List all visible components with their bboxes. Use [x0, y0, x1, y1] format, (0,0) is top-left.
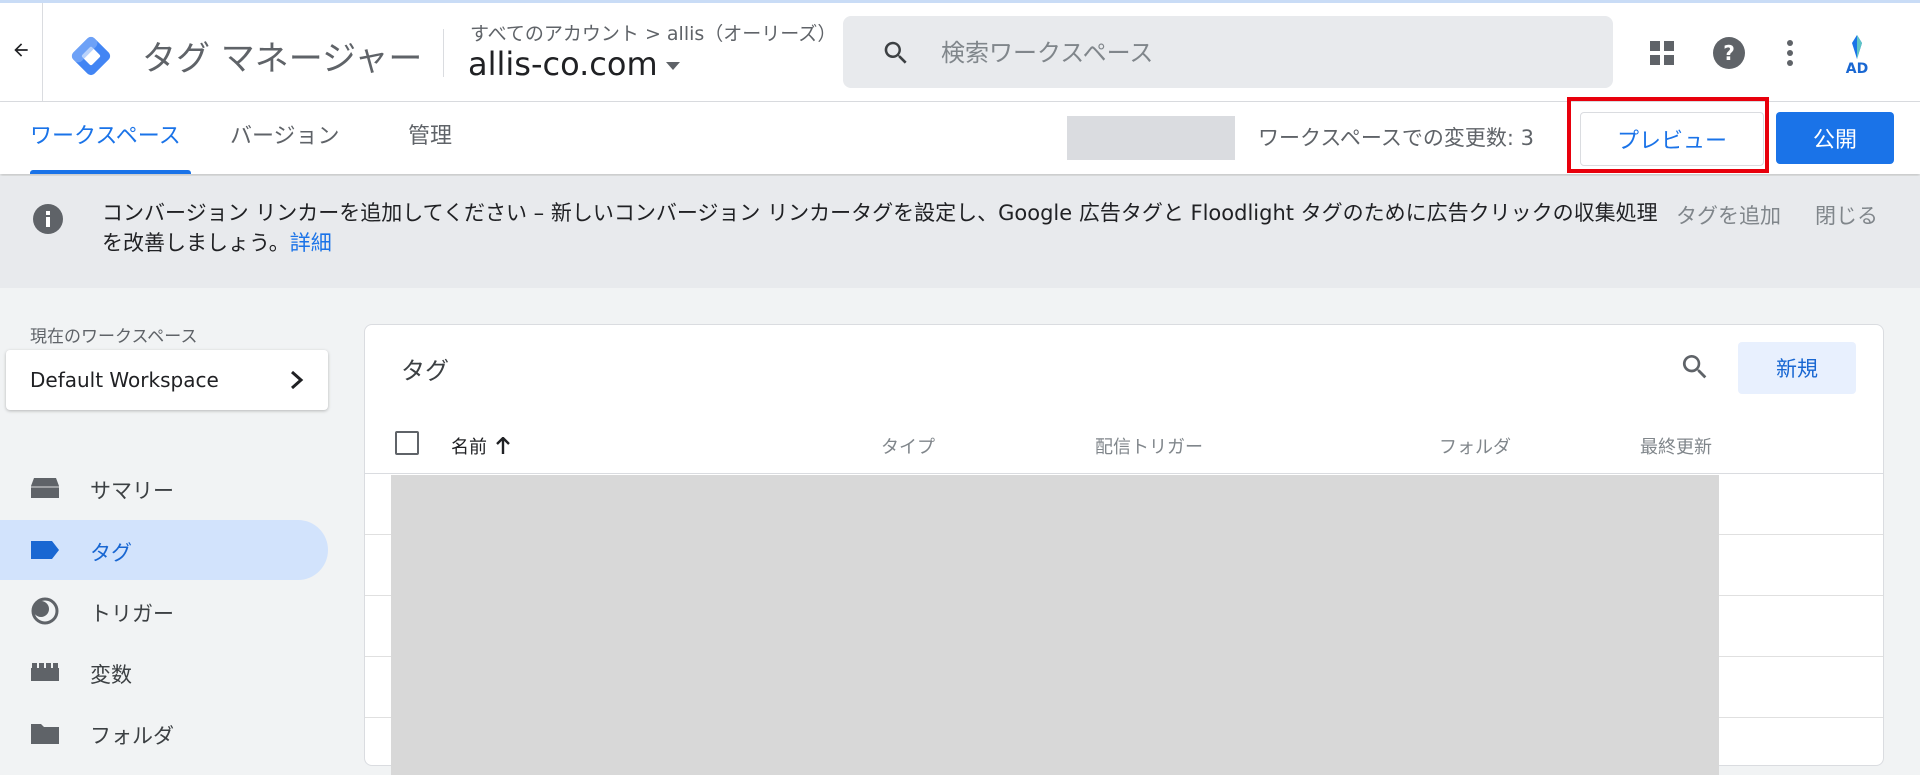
- back-button[interactable]: [0, 3, 43, 101]
- redacted-block: [1067, 116, 1235, 160]
- workspace-name: Default Workspace: [30, 368, 219, 392]
- search-input[interactable]: [939, 34, 1583, 72]
- sidebar-item-folders[interactable]: フォルダ: [0, 703, 328, 763]
- back-arrow-icon: [11, 40, 31, 64]
- container-name: allis-co.com: [468, 45, 658, 83]
- learn-more-link[interactable]: 詳細: [290, 231, 332, 255]
- info-icon: [33, 204, 63, 238]
- avatar[interactable]: AD: [1840, 33, 1874, 79]
- sidebar-item-label: フォルダ: [90, 724, 174, 748]
- more-vert-icon[interactable]: [1770, 33, 1810, 73]
- product-name: タグ マネージャー: [142, 39, 423, 79]
- trigger-icon: [30, 597, 60, 625]
- folder-icon: [30, 721, 60, 745]
- apps-grid-icon[interactable]: [1642, 33, 1682, 73]
- sidebar-item-label: トリガー: [90, 602, 174, 626]
- notice-message: コンバージョン リンカーを追加してください – 新しいコンバージョン リンカータ…: [102, 198, 1662, 258]
- sort-ascending-icon: [496, 437, 510, 454]
- sidebar-item-label: 変数: [90, 663, 132, 687]
- column-type-header[interactable]: タイプ: [881, 433, 935, 459]
- svg-text:?: ?: [1723, 41, 1735, 65]
- chevron-right-icon: [290, 370, 304, 395]
- column-folder-header[interactable]: フォルダ: [1439, 433, 1511, 459]
- sidebar-item-variables[interactable]: 変数: [0, 642, 328, 702]
- workspace-changes-count: ワークスペースでの変更数: 3: [1258, 126, 1534, 150]
- tab-versions[interactable]: バージョン: [230, 102, 340, 174]
- publish-button[interactable]: 公開: [1776, 112, 1894, 164]
- current-workspace-label: 現在のワークスペース: [30, 327, 198, 347]
- tag-icon: [30, 538, 60, 562]
- summary-icon: [30, 476, 60, 500]
- search-icon: [881, 38, 911, 72]
- tab-workspace[interactable]: ワークスペース: [20, 102, 191, 174]
- preview-highlight-box: [1567, 97, 1769, 173]
- avatar-leaf-icon: [1852, 35, 1862, 59]
- notice-banner: コンバージョン リンカーを追加してください – 新しいコンバージョン リンカータ…: [0, 176, 1920, 288]
- column-last-edited-header[interactable]: 最終更新: [1640, 433, 1712, 459]
- redacted-table-content: [391, 475, 1719, 775]
- notice-text: コンバージョン リンカーを追加してください – 新しいコンバージョン リンカータ…: [102, 201, 1658, 255]
- workspace-selector[interactable]: Default Workspace: [6, 350, 328, 410]
- card-title: タグ: [401, 357, 449, 385]
- tab-admin[interactable]: 管理: [408, 102, 452, 174]
- workspace-search[interactable]: [843, 16, 1613, 88]
- header-divider: [443, 29, 444, 77]
- sidebar-item-label: タグ: [90, 541, 132, 565]
- column-name-header[interactable]: 名前: [451, 433, 511, 459]
- search-icon[interactable]: [1679, 351, 1711, 387]
- variables-icon: [30, 660, 60, 684]
- column-label: 名前: [451, 437, 487, 458]
- help-icon[interactable]: ?: [1709, 33, 1749, 73]
- tags-card: タグ 新規 名前 タイプ 配信トリガー フォルダ 最終更新: [364, 324, 1884, 775]
- close-notice-link[interactable]: 閉じる: [1815, 200, 1878, 230]
- sidebar-item-triggers[interactable]: トリガー: [0, 581, 328, 641]
- tag-manager-logo-icon: [68, 33, 114, 79]
- sidebar-item-tags[interactable]: タグ: [0, 520, 328, 580]
- column-trigger-header[interactable]: 配信トリガー: [1095, 433, 1203, 459]
- account-breadcrumb[interactable]: すべてのアカウント > allis（オーリーズ）: [470, 19, 836, 46]
- sidebar-item-label: サマリー: [90, 479, 174, 503]
- select-all-checkbox[interactable]: [395, 431, 419, 455]
- new-tag-button[interactable]: 新規: [1738, 342, 1856, 394]
- container-selector[interactable]: allis-co.com: [468, 45, 680, 83]
- dropdown-caret-icon: [665, 62, 680, 70]
- sidebar-item-summary[interactable]: サマリー: [0, 458, 328, 518]
- table-header: 名前 タイプ 配信トリガー フォルダ 最終更新: [365, 417, 1883, 474]
- add-tag-link[interactable]: タグを追加: [1676, 200, 1781, 230]
- avatar-initials: AD: [1845, 61, 1869, 77]
- app-header: タグ マネージャー すべてのアカウント > allis（オーリーズ） allis…: [0, 3, 1920, 102]
